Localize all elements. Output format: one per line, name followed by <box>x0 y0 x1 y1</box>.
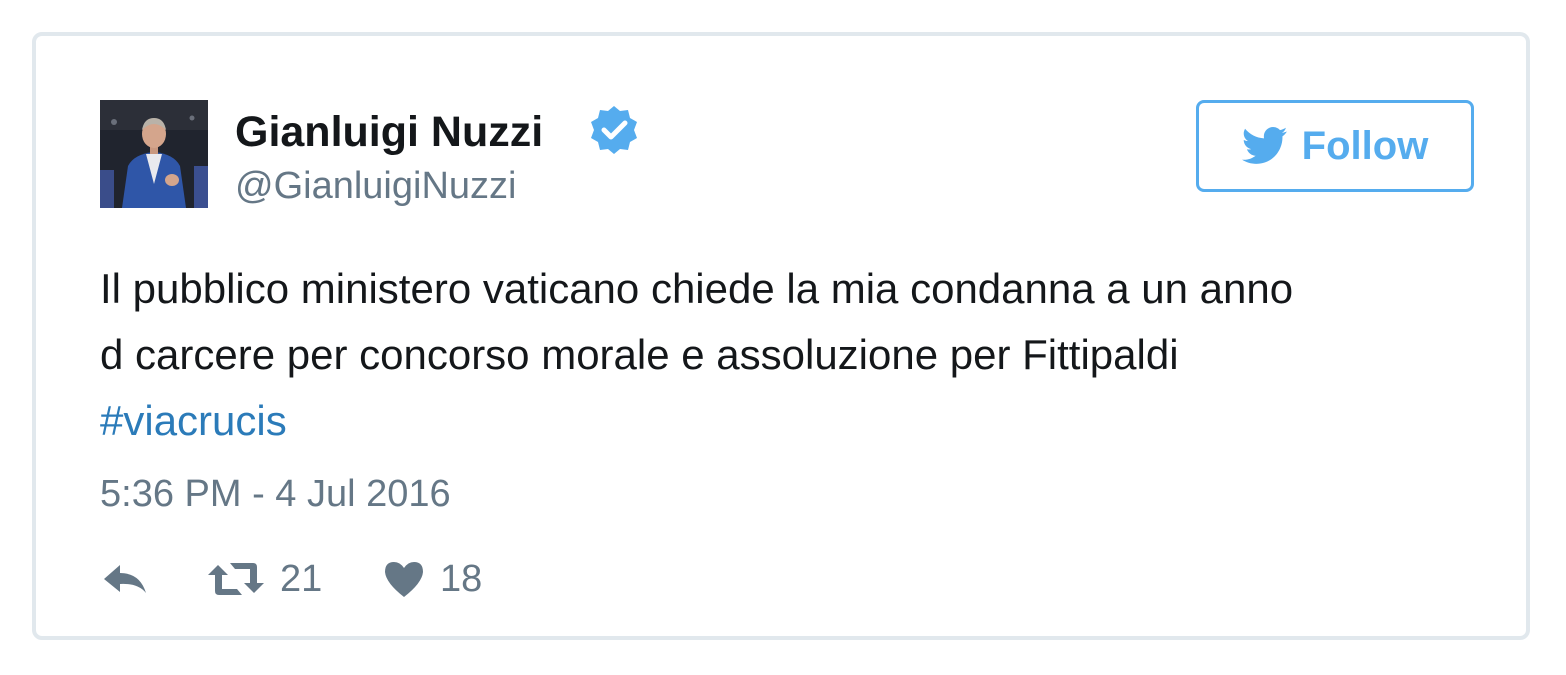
hashtag-link[interactable]: #viacrucis <box>100 397 287 444</box>
tweet-text-line: d carcere per concorso morale e assoluzi… <box>100 331 1179 378</box>
follow-button[interactable]: Follow <box>1196 100 1474 192</box>
follow-label: Follow <box>1301 124 1429 168</box>
heart-icon <box>382 559 426 599</box>
retweet-count: 21 <box>280 558 323 600</box>
reply-button[interactable] <box>100 554 150 604</box>
author-handle[interactable]: @GianluigiNuzzi <box>235 160 516 212</box>
tweet-card: Gianluigi Nuzzi @GianluigiNuzzi Follow I… <box>32 32 1530 640</box>
avatar-photo <box>100 100 208 208</box>
like-count: 18 <box>440 558 483 600</box>
verified-badge-icon <box>588 104 640 156</box>
tweet-timestamp[interactable]: 5:36 PM - 4 Jul 2016 <box>100 470 451 518</box>
tweet-text-line: Il pubblico ministero vaticano chiede la… <box>100 265 1294 312</box>
reply-icon <box>100 559 150 599</box>
retweet-button[interactable]: 21 <box>206 554 322 604</box>
like-button[interactable]: 18 <box>382 554 482 604</box>
author-avatar[interactable] <box>100 100 208 208</box>
tweet-text: Il pubblico ministero vaticano chiede la… <box>100 256 1500 454</box>
author-name[interactable]: Gianluigi Nuzzi <box>235 104 543 160</box>
twitter-bird-icon <box>1241 126 1288 166</box>
retweet-icon <box>206 559 266 599</box>
